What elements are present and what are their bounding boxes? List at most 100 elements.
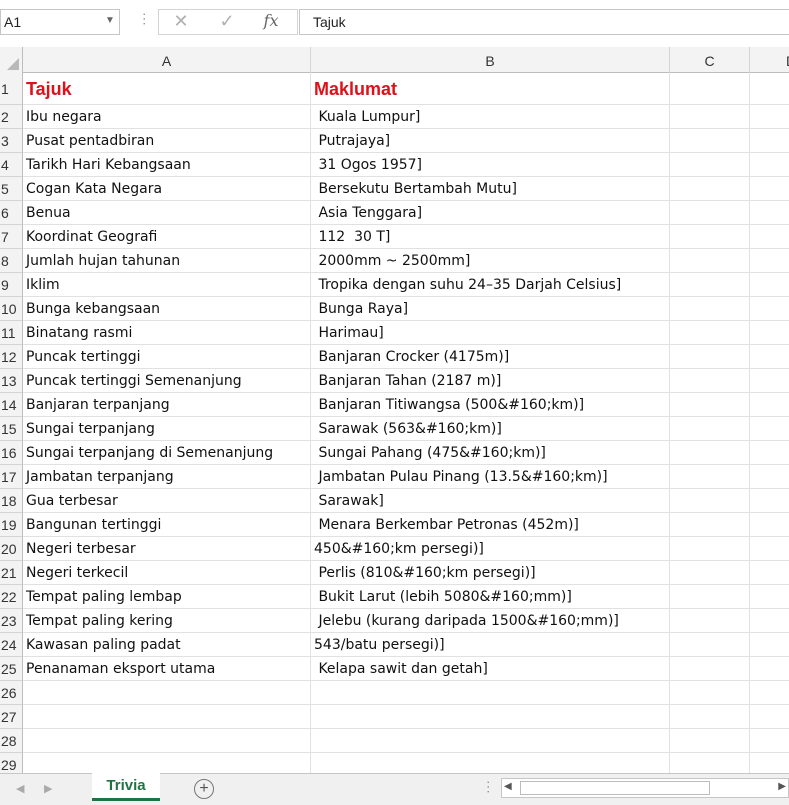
row-header[interactable]: 18: [0, 489, 23, 513]
cell-c[interactable]: [670, 513, 750, 537]
cell-a[interactable]: Tempat paling kering: [23, 609, 311, 633]
row-header[interactable]: 21: [0, 561, 23, 585]
row-header[interactable]: 27: [0, 705, 23, 729]
row-header[interactable]: 29: [0, 753, 23, 773]
cell-a[interactable]: Penanaman eksport utama: [23, 657, 311, 681]
cell-d[interactable]: [750, 105, 789, 129]
cell-d[interactable]: [750, 201, 789, 225]
cell-b[interactable]: [311, 705, 670, 729]
cell-a[interactable]: Benua: [23, 201, 311, 225]
row-header[interactable]: 4: [0, 153, 23, 177]
row-header[interactable]: 8: [0, 249, 23, 273]
column-header-c[interactable]: C: [670, 47, 750, 73]
cell-c[interactable]: [670, 73, 750, 105]
insert-function-icon[interactable]: fx: [256, 8, 286, 34]
cell-a[interactable]: [23, 729, 311, 753]
cell-c[interactable]: [670, 273, 750, 297]
cell-d[interactable]: [750, 129, 789, 153]
cell-b[interactable]: Banjaran Tahan (2187 m)]: [311, 369, 670, 393]
cell-d[interactable]: [750, 369, 789, 393]
add-sheet-icon[interactable]: +: [194, 779, 214, 799]
cell-d[interactable]: [750, 273, 789, 297]
cell-c[interactable]: [670, 633, 750, 657]
cell-d[interactable]: [750, 297, 789, 321]
cell-a[interactable]: Tarikh Hari Kebangsaan: [23, 153, 311, 177]
cell-c[interactable]: [670, 441, 750, 465]
cell-a[interactable]: Jumlah hujan tahunan: [23, 249, 311, 273]
cell-a[interactable]: Bangunan tertinggi: [23, 513, 311, 537]
cell-c[interactable]: [670, 201, 750, 225]
row-header[interactable]: 13: [0, 369, 23, 393]
scroll-tabs-right-icon[interactable]: ▶: [44, 782, 52, 795]
cell-a[interactable]: Koordinat Geografi: [23, 225, 311, 249]
cell-b[interactable]: Kelapa sawit dan getah]: [311, 657, 670, 681]
scroll-left-icon[interactable]: ◀: [504, 781, 512, 792]
cell-b[interactable]: Banjaran Crocker (4175m)]: [311, 345, 670, 369]
row-header[interactable]: 7: [0, 225, 23, 249]
row-header[interactable]: 12: [0, 345, 23, 369]
row-header[interactable]: 6: [0, 201, 23, 225]
cell-d[interactable]: [750, 393, 789, 417]
row-header[interactable]: 3: [0, 129, 23, 153]
cancel-icon[interactable]: ✕: [166, 8, 196, 34]
cell-d[interactable]: [750, 585, 789, 609]
cell-b[interactable]: 112 30 T]: [311, 225, 670, 249]
row-header[interactable]: 5: [0, 177, 23, 201]
scroll-tabs-left-icon[interactable]: ◀: [16, 782, 24, 795]
cell-d[interactable]: [750, 441, 789, 465]
cell-a[interactable]: Sungai terpanjang: [23, 417, 311, 441]
cell-c[interactable]: [670, 609, 750, 633]
cell-b[interactable]: [311, 753, 670, 773]
row-header[interactable]: 23: [0, 609, 23, 633]
cell-b[interactable]: 450&#160;km persegi)]: [311, 537, 670, 561]
cell-c[interactable]: [670, 345, 750, 369]
cell-c[interactable]: [670, 585, 750, 609]
cell-d[interactable]: [750, 753, 789, 773]
cell-a[interactable]: Negeri terbesar: [23, 537, 311, 561]
cell-a[interactable]: Binatang rasmi: [23, 321, 311, 345]
cell-b[interactable]: 543/batu persegi)]: [311, 633, 670, 657]
cell-a[interactable]: Kawasan paling padat: [23, 633, 311, 657]
cell-d[interactable]: [750, 729, 789, 753]
row-header[interactable]: 25: [0, 657, 23, 681]
cell-c[interactable]: [670, 249, 750, 273]
cell-c[interactable]: [670, 105, 750, 129]
cell-a[interactable]: Iklim: [23, 273, 311, 297]
formula-input[interactable]: Tajuk: [299, 9, 789, 35]
cell-c[interactable]: [670, 657, 750, 681]
cell-d[interactable]: [750, 417, 789, 441]
cell-b[interactable]: Banjaran Titiwangsa (500&#160;km)]: [311, 393, 670, 417]
cell-c[interactable]: [670, 417, 750, 441]
cell-b[interactable]: Asia Tenggara]: [311, 201, 670, 225]
cell-a[interactable]: Puncak tertinggi Semenanjung: [23, 369, 311, 393]
cell-b[interactable]: Bersekutu Bertambah Mutu]: [311, 177, 670, 201]
cell-a[interactable]: Cogan Kata Negara: [23, 177, 311, 201]
row-header[interactable]: 20: [0, 537, 23, 561]
cell-b[interactable]: Bunga Raya]: [311, 297, 670, 321]
row-header[interactable]: 22: [0, 585, 23, 609]
cell-b[interactable]: [311, 729, 670, 753]
cell-c[interactable]: [670, 489, 750, 513]
cell-c[interactable]: [670, 129, 750, 153]
row-header[interactable]: 16: [0, 441, 23, 465]
cell-b[interactable]: Maklumat: [311, 73, 670, 105]
cell-d[interactable]: [750, 657, 789, 681]
cell-d[interactable]: [750, 153, 789, 177]
row-header[interactable]: 28: [0, 729, 23, 753]
column-header-d[interactable]: D: [750, 47, 789, 73]
cell-d[interactable]: [750, 537, 789, 561]
cell-b[interactable]: Bukit Larut (lebih 5080&#160;mm)]: [311, 585, 670, 609]
column-header-a[interactable]: A: [23, 47, 311, 73]
cell-c[interactable]: [670, 537, 750, 561]
cell-d[interactable]: [750, 513, 789, 537]
cell-d[interactable]: [750, 705, 789, 729]
row-header[interactable]: 9: [0, 273, 23, 297]
cell-c[interactable]: [670, 705, 750, 729]
chevron-down-icon[interactable]: ▼: [105, 15, 115, 26]
tab-split-handle-icon[interactable]: ⋯: [481, 780, 497, 793]
cell-d[interactable]: [750, 177, 789, 201]
cell-b[interactable]: Menara Berkembar Petronas (452m)]: [311, 513, 670, 537]
row-header[interactable]: 14: [0, 393, 23, 417]
cell-c[interactable]: [670, 321, 750, 345]
column-header-b[interactable]: B: [311, 47, 670, 73]
